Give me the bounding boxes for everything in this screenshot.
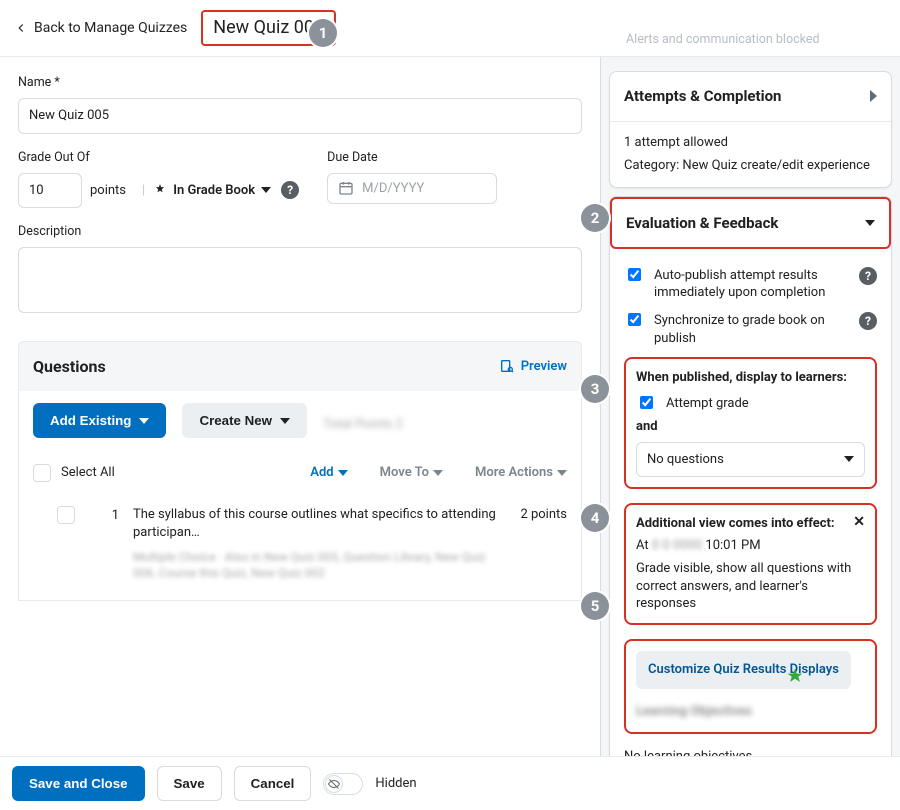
- chevron-down-icon: [280, 418, 290, 424]
- display-to-learners-block: When published, display to learners: Att…: [624, 357, 877, 489]
- gradebook-label: In Grade Book: [173, 182, 255, 200]
- question-row: 1 The syllabus of this course outlines w…: [33, 506, 567, 581]
- additional-at: At: [636, 538, 649, 553]
- due-date-placeholder: M/D/YYYY: [362, 180, 424, 198]
- question-text: The syllabus of this course outlines wha…: [133, 506, 506, 541]
- attempts-line2: Category: New Quiz create/edit experienc…: [624, 157, 877, 175]
- name-field[interactable]: [18, 98, 582, 134]
- points-word: points: [90, 182, 126, 200]
- chevron-down-icon: [139, 418, 149, 424]
- select-all-checkbox[interactable]: [33, 464, 51, 482]
- description-field[interactable]: [18, 247, 582, 313]
- additional-title: Additional view comes into effect:: [636, 515, 865, 533]
- back-to-manage-quizzes[interactable]: Back to Manage Quizzes: [14, 19, 187, 38]
- chevron-down-icon: [338, 470, 348, 476]
- customize-block: Customize Quiz Results Displays Learning…: [624, 639, 877, 734]
- help-icon[interactable]: ?: [281, 181, 299, 199]
- additional-desc: Grade visible, show all questions with c…: [636, 560, 865, 613]
- footer: Save and Close Save Cancel Hidden: [0, 756, 900, 810]
- name-label: Name: [18, 75, 582, 92]
- chevron-down-icon: [433, 470, 443, 476]
- customize-results-button[interactable]: Customize Quiz Results Displays: [636, 651, 851, 689]
- attempts-header[interactable]: Attempts & Completion: [610, 72, 891, 121]
- evaluation-card: Evaluation & Feedback Auto-publish attem…: [609, 196, 892, 762]
- question-checkbox[interactable]: [57, 506, 75, 524]
- due-date-field[interactable]: M/D/YYYY: [327, 173, 497, 205]
- divider: |: [142, 182, 145, 200]
- save-and-close-button[interactable]: Save and Close: [12, 766, 145, 801]
- annotation-4: 4: [581, 504, 609, 532]
- evaluation-header[interactable]: Evaluation & Feedback: [610, 197, 891, 249]
- chevron-down-icon: [261, 187, 271, 193]
- total-points-blur: Total Points 2: [323, 416, 403, 434]
- cancel-button[interactable]: Cancel: [234, 766, 312, 801]
- attempts-line1: 1 attempt allowed: [624, 134, 877, 152]
- grade-out-of-field[interactable]: [18, 173, 82, 209]
- annotation-5: 5: [581, 592, 609, 620]
- auto-publish-checkbox[interactable]: [628, 268, 641, 281]
- move-to-menu[interactable]: Move To: [380, 464, 443, 482]
- chevron-down-icon: [865, 220, 875, 226]
- more-actions-menu[interactable]: More Actions: [475, 464, 567, 482]
- sync-gradebook-checkbox[interactable]: [628, 313, 641, 326]
- help-icon[interactable]: ?: [859, 267, 877, 285]
- save-button[interactable]: Save: [157, 766, 222, 801]
- learning-objectives-blur: Learning Objectives: [636, 703, 865, 721]
- help-icon[interactable]: ?: [859, 312, 877, 330]
- chevron-right-icon: [870, 90, 877, 102]
- in-grade-book-dropdown[interactable]: In Grade Book: [153, 182, 271, 200]
- question-index: 1: [89, 506, 119, 525]
- sync-gradebook-label: Synchronize to grade book on publish: [654, 312, 839, 347]
- select-all-label: Select All: [61, 464, 115, 482]
- evaluation-title: Evaluation & Feedback: [626, 213, 778, 233]
- add-existing-button[interactable]: Add Existing: [33, 403, 166, 438]
- attempts-title: Attempts & Completion: [624, 86, 781, 106]
- add-menu[interactable]: Add: [310, 464, 347, 482]
- back-label: Back to Manage Quizzes: [34, 19, 187, 38]
- annotation-1: 1: [309, 19, 337, 47]
- attempt-grade-label: Attempt grade: [666, 395, 749, 413]
- attempt-grade-checkbox[interactable]: [640, 396, 653, 409]
- auto-publish-label: Auto-publish attempt results immediately…: [654, 267, 839, 302]
- description-label: Description: [18, 224, 582, 241]
- questions-header: Questions Preview: [18, 341, 582, 392]
- question-meta-blur: Multiple Choice · Also in New Quiz 005, …: [133, 549, 506, 581]
- grade-label: Grade Out Of: [18, 150, 299, 167]
- additional-time: 10:01 PM: [705, 538, 760, 553]
- questions-title: Questions: [33, 356, 106, 378]
- chevron-down-icon: [844, 456, 854, 462]
- and-label: and: [636, 418, 865, 436]
- preview-button[interactable]: Preview: [499, 358, 567, 376]
- chevron-left-icon: [14, 21, 28, 35]
- cursor-icon: [786, 667, 804, 685]
- eye-off-icon: [328, 778, 340, 790]
- additional-date-blur: 0 0 0000: [652, 538, 702, 553]
- chevron-down-icon: [557, 470, 567, 476]
- calendar-icon: [338, 180, 354, 196]
- visibility-toggle[interactable]: [323, 773, 363, 795]
- annotation-3: 3: [581, 375, 609, 403]
- pin-icon: [153, 183, 167, 197]
- due-date-label: Due Date: [327, 150, 497, 167]
- prev-panel-tail: Alerts and communication blocked: [626, 32, 820, 49]
- create-new-button[interactable]: Create New: [182, 403, 307, 438]
- additional-view-block: ✕ Additional view comes into effect: At …: [624, 503, 877, 625]
- close-additional-view[interactable]: ✕: [853, 515, 865, 529]
- attempts-card: Attempts & Completion 1 attempt allowed …: [609, 71, 892, 187]
- visibility-label: Hidden: [375, 775, 416, 793]
- question-display-select[interactable]: No questions: [636, 442, 865, 478]
- when-published-label: When published, display to learners:: [636, 369, 865, 387]
- annotation-2: 2: [581, 204, 609, 232]
- question-points: 2 points: [520, 506, 567, 524]
- preview-icon: [499, 358, 515, 374]
